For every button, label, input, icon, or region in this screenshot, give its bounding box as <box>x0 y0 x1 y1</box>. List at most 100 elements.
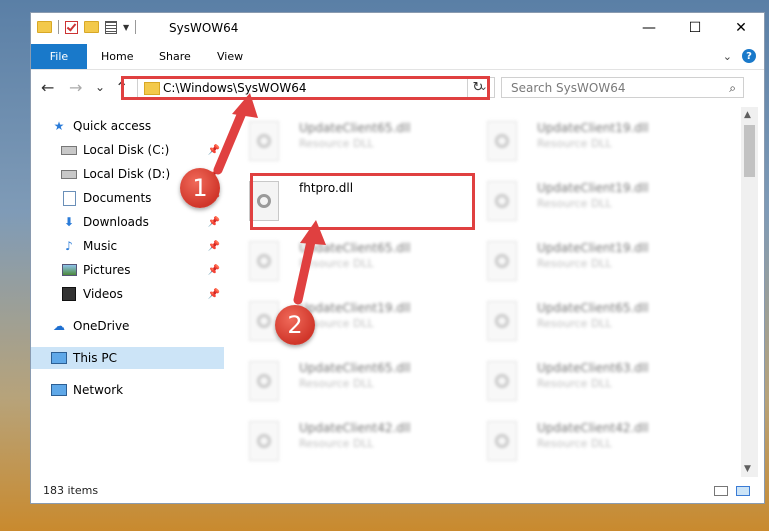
window-title: SysWOW64 <box>169 21 239 35</box>
ribbon-right: ⌄ ? <box>723 49 756 63</box>
file-type: Resource DLL <box>299 257 374 270</box>
item-count: 183 items <box>43 484 99 497</box>
window-controls: — ☐ ✕ <box>626 13 764 43</box>
maximize-button[interactable]: ☐ <box>672 13 718 43</box>
file-name: UpdateClient19.dll <box>537 181 649 195</box>
file-item[interactable]: UpdateClient19.dll Resource DLL <box>465 237 685 287</box>
file-type: Resource DLL <box>537 437 612 450</box>
file-item[interactable]: UpdateClient19.dll Resource DLL <box>465 177 685 227</box>
customize-dropdown-icon[interactable]: ▼ <box>123 23 129 32</box>
sidebar-item-local-disk-c[interactable]: Local Disk (C:) 📌 <box>31 139 224 161</box>
dll-file-icon <box>249 421 279 461</box>
navigation-pane: ★ Quick access Local Disk (C:) 📌 Local D… <box>31 107 226 477</box>
file-name: UpdateClient65.dll <box>299 241 411 255</box>
sidebar-item-onedrive[interactable]: ☁ OneDrive <box>31 315 224 337</box>
sidebar-item-music[interactable]: ♪ Music 📌 <box>31 235 224 257</box>
drive-icon <box>61 143 77 157</box>
file-item[interactable]: UpdateClient65.dll Resource DLL <box>227 357 447 407</box>
file-name: UpdateClient19.dll <box>299 301 411 315</box>
address-highlight-box <box>121 76 490 100</box>
file-name: UpdateClient42.dll <box>299 421 411 435</box>
videos-icon <box>61 287 77 301</box>
help-icon[interactable]: ? <box>742 49 756 63</box>
sidebar-item-label: Quick access <box>73 119 152 133</box>
file-item[interactable]: UpdateClient65.dll Resource DLL <box>227 237 447 287</box>
tab-home[interactable]: Home <box>101 44 133 69</box>
sidebar-item-label: This PC <box>73 351 117 365</box>
dll-file-icon <box>249 361 279 401</box>
large-icons-view-icon[interactable] <box>736 486 750 496</box>
file-type: Resource DLL <box>299 437 374 450</box>
sidebar-item-label: Pictures <box>83 263 131 277</box>
sidebar-item-videos[interactable]: Videos 📌 <box>31 283 224 305</box>
network-icon <box>51 383 67 397</box>
search-icon[interactable]: ⌕ <box>729 81 736 96</box>
sidebar-item-label: Music <box>83 239 118 253</box>
close-button[interactable]: ✕ <box>718 13 764 43</box>
file-item[interactable]: UpdateClient65.dll Resource DLL <box>465 297 685 347</box>
pin-icon[interactable]: 📌 <box>208 265 220 276</box>
search-input[interactable]: Search SysWOW64 <box>511 81 625 95</box>
file-item[interactable]: UpdateClient42.dll Resource DLL <box>465 417 685 467</box>
toolbar-separator <box>58 20 59 34</box>
file-name: UpdateClient65.dll <box>299 361 411 375</box>
scroll-thumb[interactable] <box>744 125 755 177</box>
file-item[interactable]: UpdateClient63.dll Resource DLL <box>465 357 685 407</box>
computer-icon <box>51 351 67 365</box>
title-bar: ▼ SysWOW64 — ☐ ✕ <box>31 13 764 44</box>
drive-icon <box>61 167 77 181</box>
file-type: Resource DLL <box>537 257 612 270</box>
recent-locations-button[interactable]: ⌄ <box>95 80 105 94</box>
view-list-icon[interactable] <box>105 20 117 34</box>
dll-file-icon <box>487 301 517 341</box>
expand-ribbon-icon[interactable]: ⌄ <box>723 50 732 63</box>
file-type: Resource DLL <box>537 137 612 150</box>
pin-icon[interactable]: 📌 <box>208 289 220 300</box>
vertical-scrollbar[interactable]: ▲ ▼ <box>741 107 758 477</box>
sidebar-item-quick-access[interactable]: ★ Quick access <box>31 115 224 137</box>
sidebar-item-label: Local Disk (D:) <box>83 167 171 181</box>
sidebar-item-label: Documents <box>83 191 152 205</box>
tab-file[interactable]: File <box>31 44 87 69</box>
file-item[interactable]: UpdateClient65.dll Resource DLL <box>227 117 447 167</box>
tab-share[interactable]: Share <box>159 44 191 69</box>
star-icon: ★ <box>53 119 65 133</box>
file-name: UpdateClient19.dll <box>537 121 649 135</box>
file-name: UpdateClient19.dll <box>537 241 649 255</box>
sidebar-item-downloads[interactable]: ⬇ Downloads 📌 <box>31 211 224 233</box>
file-type: Resource DLL <box>299 377 374 390</box>
new-folder-icon[interactable] <box>84 21 99 33</box>
forward-button[interactable]: → <box>69 78 82 97</box>
sidebar-item-label: Local Disk (C:) <box>83 143 170 157</box>
file-name: UpdateClient63.dll <box>537 361 649 375</box>
quick-access-toolbar: ▼ <box>37 20 137 34</box>
file-name: UpdateClient65.dll <box>537 301 649 315</box>
minimize-button[interactable]: — <box>626 13 672 43</box>
folder-icon[interactable] <box>37 21 52 33</box>
sidebar-item-network[interactable]: Network <box>31 379 224 401</box>
dll-file-icon <box>487 421 517 461</box>
pin-icon[interactable]: 📌 <box>208 145 220 156</box>
file-name: UpdateClient42.dll <box>537 421 649 435</box>
scroll-up-icon[interactable]: ▲ <box>744 110 751 120</box>
file-item[interactable]: UpdateClient19.dll Resource DLL <box>465 117 685 167</box>
search-box[interactable]: Search SysWOW64 ⌕ <box>501 77 744 98</box>
file-type: Resource DLL <box>537 377 612 390</box>
tab-view[interactable]: View <box>217 44 243 69</box>
pin-icon[interactable]: 📌 <box>208 241 220 252</box>
dll-file-icon <box>249 241 279 281</box>
ribbon-tabs: File Home Share View ⌄ ? <box>31 44 764 70</box>
pin-icon[interactable]: 📌 <box>208 217 220 228</box>
file-item[interactable]: UpdateClient42.dll Resource DLL <box>227 417 447 467</box>
details-view-icon[interactable] <box>714 486 728 496</box>
dll-file-icon <box>249 121 279 161</box>
file-item[interactable]: UpdateClient19.dll Resource DLL <box>227 297 447 347</box>
back-button[interactable]: ← <box>41 78 54 97</box>
step-badge-2: 2 <box>275 305 315 345</box>
properties-check-icon[interactable] <box>65 20 78 34</box>
view-switcher <box>714 486 750 496</box>
scroll-down-icon[interactable]: ▼ <box>744 464 751 474</box>
sidebar-item-pictures[interactable]: Pictures 📌 <box>31 259 224 281</box>
file-type: Resource DLL <box>537 317 612 330</box>
sidebar-item-this-pc[interactable]: This PC <box>31 347 224 369</box>
